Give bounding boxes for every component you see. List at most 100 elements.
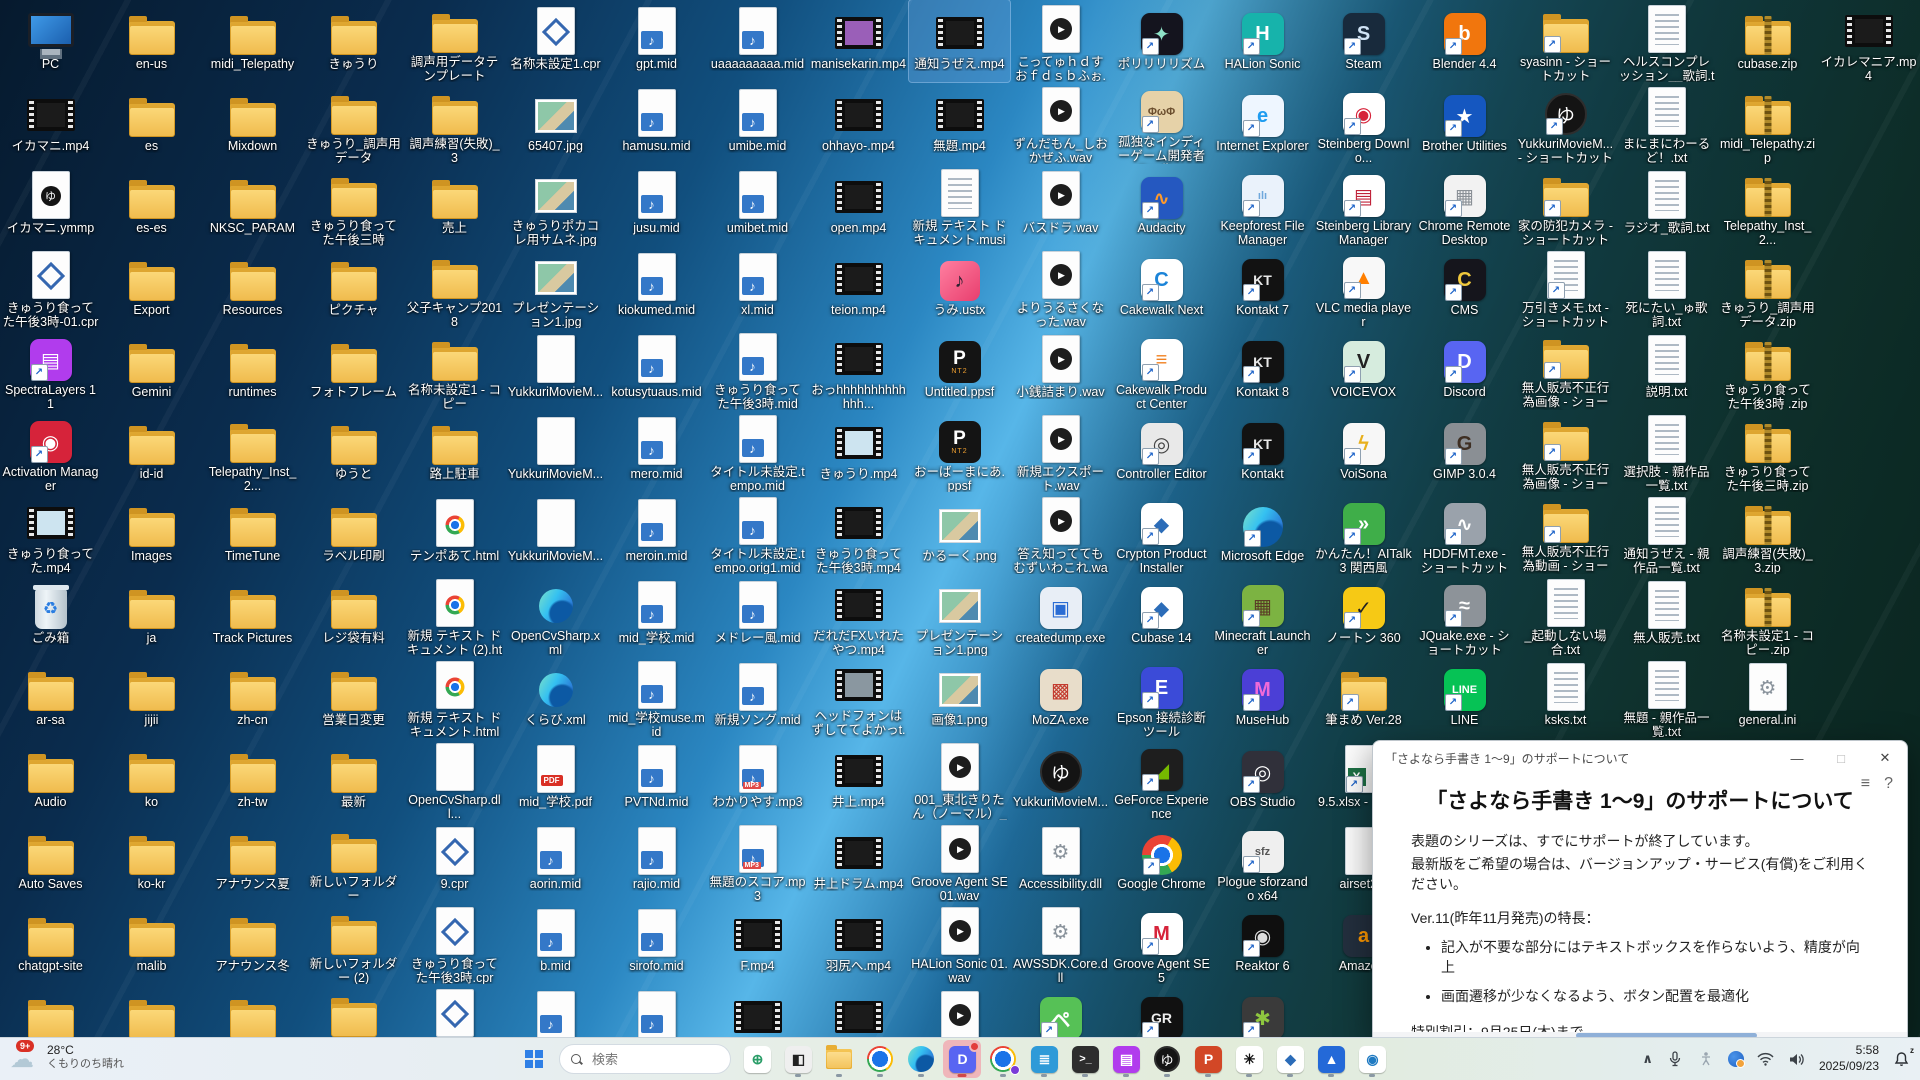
desktop-icon[interactable]: ◉↗Reaktor 6 [1212,902,1313,984]
desktop-icon[interactable]: ♪kotusytuaus.mid [606,328,707,410]
desktop-icon[interactable]: 9.cpr [404,820,505,902]
taskbar-app-yukkurimoviemaker[interactable]: ゆ [1148,1040,1186,1078]
desktop-icon[interactable]: »↗かんたん！AITalk 3 関西風 [1313,492,1414,574]
desktop-icon[interactable]: ▶001_東北きりたん（ノーマル）_今じゃ... [909,738,1010,820]
desktop-icon[interactable]: イカマニ.mp4 [0,82,101,164]
desktop-icon[interactable] [0,984,101,1038]
desktop-icon[interactable]: C↗Cakewalk Next [1111,246,1212,328]
desktop-icon[interactable]: 調声練習(失敗)_3.zip [1717,492,1818,574]
desktop-icon[interactable]: おっhhhhhhhhhhhhh... [808,328,909,410]
desktop-icon[interactable]: きゅうり食ってた午後3時-01.cpr [0,246,101,328]
desktop-icon[interactable]: テンポあて.html [404,492,505,574]
desktop-icon[interactable]: C↗CMS [1414,246,1515,328]
desktop-icon[interactable]: ♪meroin.mid [606,492,707,574]
desktop-icon[interactable]: ▶Groove Agent SE 01.wav [909,820,1010,902]
help-icon[interactable]: ? [1884,775,1893,793]
desktop-icon[interactable]: ▶ずんだもん_しおかぜふ.wav [1010,82,1111,164]
desktop-icon[interactable]: ◉↗Steinberg Downlo... [1313,82,1414,164]
desktop-icon[interactable]: 新規 テキスト ドキュメント.musicxml [909,164,1010,246]
desktop-icon[interactable]: ♪uaaaaaaaaa.mid [707,0,808,82]
desktop-icon[interactable]: ▶ [909,984,1010,1038]
desktop-icon[interactable]: en-us [101,0,202,82]
desktop-icon[interactable]: 井上ドラム.mp4 [808,820,909,902]
desktop-icon[interactable]: ▶よりうるさくなった.wav [1010,246,1111,328]
desktop-icon[interactable]: ≈↗JQuake.exe - ショートカット [1414,574,1515,656]
desktop-icon[interactable]: 売上 [404,164,505,246]
desktop-icon[interactable]: ↗家の防犯カメラ - ショートカット [1515,164,1616,246]
desktop-icon[interactable]: ゆ↗YukkuriMovieM... - ショートカット [1515,82,1616,164]
desktop-icon[interactable]: きゅうり食ってた午後3時.cpr [404,902,505,984]
desktop-icon[interactable]: 羽尻へ.mp4 [808,902,909,984]
tray-overflow-chevron-icon[interactable]: ∧ [1642,1051,1653,1067]
desktop-icon[interactable]: 死にたい_ゅ歌詞.txt [1616,246,1717,328]
desktop-icon[interactable]: きゅうり食ってた午後3時.mp4 [808,492,909,574]
desktop-icon[interactable]: KT↗Kontakt [1212,410,1313,492]
desktop-icon[interactable]: midi_Telepathy [202,0,303,82]
desktop-icon[interactable]: ピクチャ [303,246,404,328]
desktop-icon[interactable]: ▶新規エクスポート.wav [1010,410,1111,492]
desktop-icon[interactable]: ko-kr [101,820,202,902]
desktop-icon[interactable]: ♪mero.mid [606,410,707,492]
desktop-icon[interactable]: zh-cn [202,656,303,738]
desktop-icon[interactable]: ▶HALion Sonic 01.wav [909,902,1010,984]
desktop-icon[interactable]: Audio [0,738,101,820]
desktop-icon[interactable]: ⚙general.ini [1717,656,1818,738]
desktop-icon[interactable]: Resources [202,246,303,328]
desktop-icon[interactable]: ♪ [505,984,606,1038]
start-button[interactable] [516,1041,552,1077]
desktop-icon[interactable]: ↗syasinn - ショートカット [1515,0,1616,82]
desktop-icon[interactable]: ▣createdump.exe [1010,574,1111,656]
desktop-icon[interactable]: ✓↗ノートン 360 [1313,574,1414,656]
weather-widget[interactable]: ☁ 9+ 28°C くもりのち晴れ [10,1042,124,1072]
taskbar-app-photos[interactable]: ▲ [1312,1040,1350,1078]
desktop-icon[interactable]: ♪ [606,984,707,1038]
desktop-icon[interactable]: ♪hamusu.mid [606,82,707,164]
desktop-icon[interactable]: きゅうり_調声用データ [303,82,404,164]
desktop-icon[interactable]: イカレマニア.mp4 [1818,0,1919,82]
microphone-icon[interactable] [1666,1050,1684,1068]
desktop-icon[interactable]: 選択肢 - 親作品一覧.txt [1616,410,1717,492]
desktop-icon[interactable]: ♪umibet.mid [707,164,808,246]
desktop-icon[interactable]: くらび.xml [505,656,606,738]
desktop-icon[interactable]: ラジオ_歌詞.txt [1616,164,1717,246]
desktop-icon[interactable]: Track Pictures [202,574,303,656]
desktop-icon[interactable]: OpenCvSharp.xml [505,574,606,656]
desktop-icon[interactable]: ゆYukkuriMovieM... [1010,738,1111,820]
desktop-icon[interactable]: ラベル印刷 [303,492,404,574]
desktop-icon[interactable]: アナウンス夏 [202,820,303,902]
desktop-icon[interactable]: ▶バスドラ.wav [1010,164,1111,246]
desktop-icon[interactable]: Telepathy_Inst_2... [1717,164,1818,246]
desktop-icon[interactable]: きゅうり食ってた午後三時 [303,164,404,246]
desktop-icon[interactable]: 無題.mp4 [909,82,1010,164]
desktop-icon[interactable]: YukkuriMovieM... [505,410,606,492]
desktop-icon[interactable]: GR↗ [1111,984,1212,1038]
desktop-icon[interactable]: YukkuriMovieM... [505,492,606,574]
taskbar-search[interactable] [559,1044,731,1074]
desktop-icon[interactable]: ▩MoZA.exe [1010,656,1111,738]
desktop-icon[interactable]: ♪aorin.mid [505,820,606,902]
desktop-icon[interactable]: ペ↗ [1010,984,1111,1038]
desktop-icon[interactable]: M↗MuseHub [1212,656,1313,738]
desktop-icon[interactable]: ◎↗OBS Studio [1212,738,1313,820]
taskbar-app-powerpoint[interactable]: P [1189,1040,1227,1078]
desktop-icon[interactable]: ◆↗Crypton Product Installer [1111,492,1212,574]
desktop-icon[interactable]: 井上.mp4 [808,738,909,820]
desktop-icon[interactable]: まにまにわーるど！.txt [1616,82,1717,164]
menu-list-icon[interactable]: ≡ [1861,775,1870,793]
taskbar-app-chatgpt[interactable]: ✳ [1230,1040,1268,1078]
desktop-icon[interactable]: es-es [101,164,202,246]
desktop-icon[interactable]: 最新 [303,738,404,820]
desktop-icon[interactable]: ♪mid_学校muse.mid [606,656,707,738]
desktop-icon[interactable]: きゅうり食ってた午後... [404,984,505,1038]
desktop-icon[interactable]: ♪MP3無題のスコア.mp3 [707,820,808,902]
desktop-icon[interactable]: open.mp4 [808,164,909,246]
search-input[interactable] [590,1051,704,1068]
desktop-icon[interactable]: ♪タイトル未設定.tempo.orig1.mid [707,492,808,574]
desktop-icon[interactable]: ♪jusu.mid [606,164,707,246]
desktop-icon[interactable]: 通知うぜえ - 親作品一覧.txt [1616,492,1717,574]
desktop-icon[interactable]: ◆↗Cubase 14 [1111,574,1212,656]
taskbar-app-chrome-profile[interactable] [984,1040,1022,1078]
taskbar-app-cubase[interactable]: ◆ [1271,1040,1309,1078]
desktop-icon[interactable]: midi_Telepathy.zip [1717,82,1818,164]
desktop-icon[interactable]: ◉↗Activation Manager [0,410,101,492]
